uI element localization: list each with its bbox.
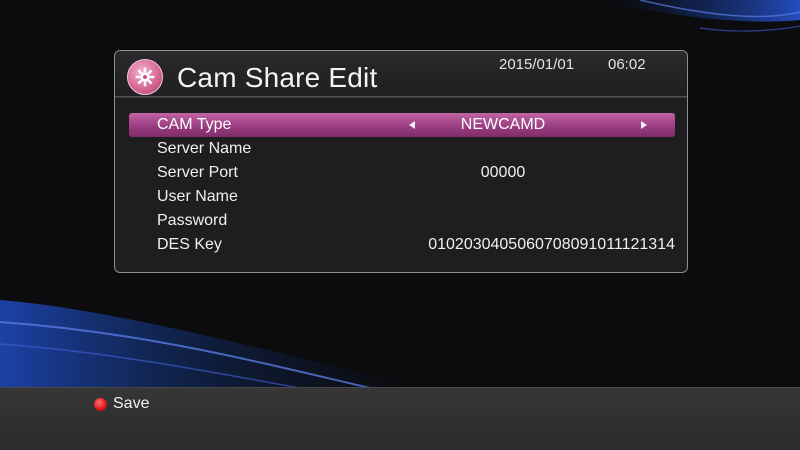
header-divider	[115, 96, 687, 99]
des-key-row[interactable]: DES Key 0102030405060708091011121314	[129, 233, 675, 257]
user-name-row[interactable]: User Name	[129, 185, 675, 209]
gear-icon	[127, 59, 163, 95]
password-label: Password	[157, 212, 228, 229]
user-name-label: User Name	[157, 188, 238, 205]
server-port-value: 00000	[480, 164, 526, 181]
des-key-value: 0102030405060708091011121314	[428, 236, 675, 253]
date-display: 2015/01/01	[499, 56, 575, 73]
server-port-label: Server Port	[157, 164, 238, 181]
server-name-row[interactable]: Server Name	[129, 137, 675, 161]
cam-type-label: CAM Type	[157, 116, 232, 133]
settings-list: CAM Type NEWCAMD Server Name Server Port…	[129, 113, 675, 257]
save-button[interactable]: Save	[94, 394, 149, 414]
cam-share-edit-panel: Cam Share Edit 2015/01/01 06:02 CAM Type…	[114, 50, 688, 273]
arrow-right-icon[interactable]	[641, 121, 647, 129]
server-port-row[interactable]: Server Port 00000	[129, 161, 675, 185]
cam-type-row[interactable]: CAM Type NEWCAMD	[129, 113, 675, 137]
time-display: 06:02	[608, 56, 646, 73]
page-title: Cam Share Edit	[177, 62, 378, 93]
cam-type-value: NEWCAMD	[460, 116, 546, 133]
des-key-label: DES Key	[157, 236, 222, 253]
save-label: Save	[113, 395, 150, 412]
red-key-icon	[94, 397, 107, 411]
password-row[interactable]: Password	[129, 209, 675, 233]
footer-bar: Save	[0, 387, 800, 450]
panel-header: Cam Share Edit 2015/01/01 06:02	[115, 51, 687, 98]
server-name-label: Server Name	[157, 140, 252, 157]
